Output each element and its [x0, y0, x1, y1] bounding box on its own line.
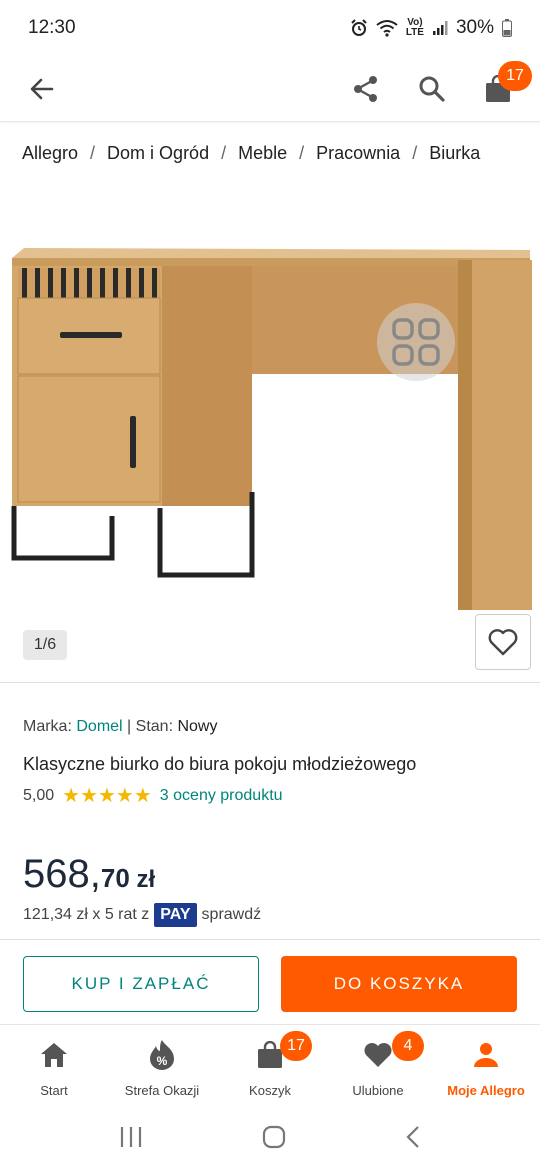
user-icon: [474, 1043, 498, 1067]
breadcrumb-item-biurka[interactable]: Biurka: [429, 143, 480, 164]
search-icon: [419, 76, 445, 102]
signal-icon: [432, 21, 448, 35]
gallery-divider: [0, 682, 540, 683]
heart-icon: [364, 1043, 392, 1067]
brand-link[interactable]: Domel: [76, 718, 122, 735]
system-nav-bar: [0, 1104, 540, 1170]
check-link[interactable]: sprawdź: [202, 906, 262, 924]
breadcrumb-item-dom-i-ogrod[interactable]: Dom i Ogród: [107, 143, 209, 164]
rating-value: 5,00: [23, 787, 55, 804]
breadcrumb-separator: /: [299, 142, 305, 163]
back-button[interactable]: [20, 67, 64, 111]
nav-label-ulubione: Ulubione: [352, 1083, 404, 1098]
network-type: Vo) LTE: [405, 17, 424, 38]
product-meta: Marka: Domel | Stan: Nowy: [23, 718, 217, 736]
price-currency: zł: [129, 866, 156, 893]
status-bar: 12:30 Vo) LTE 30%: [0, 0, 540, 56]
gallery-counter: 1/6: [23, 630, 67, 660]
condition-label: | Stan:: [127, 718, 174, 735]
koszyk-badge: 17: [280, 1031, 312, 1061]
breadcrumb-item-meble[interactable]: Meble: [238, 143, 287, 164]
nav-label-start: Start: [40, 1083, 68, 1098]
share-button[interactable]: [344, 67, 388, 111]
cart-button[interactable]: 17: [476, 60, 532, 111]
search-button[interactable]: [410, 67, 454, 111]
bottom-nav: Start % Strefa Okazji 17 Koszyk 4 Ulubio…: [0, 1024, 540, 1104]
nav-icon-wrap: [363, 1039, 393, 1071]
alarm-icon: [351, 19, 367, 36]
product-image[interactable]: [0, 240, 540, 620]
add-to-favorites-button[interactable]: [475, 614, 531, 670]
product-price: 568,70 zł: [23, 852, 155, 897]
allegro-pay-badge: PAY: [154, 903, 197, 927]
status-icons: Vo) LTE 30%: [350, 17, 512, 39]
home-icon: [41, 1043, 67, 1067]
rating-row: 5,00 ★★★★★ 3 oceny produktu: [23, 784, 283, 808]
status-time: 12:30: [28, 17, 76, 38]
recent-apps-icon[interactable]: [119, 1126, 143, 1148]
cart-count-badge: 17: [498, 60, 532, 91]
ratings-link[interactable]: 3 oceny produktu: [160, 787, 283, 805]
app-bar: 17: [0, 56, 540, 122]
svg-text:%: %: [157, 1054, 168, 1068]
nav-icon-wrap: [473, 1039, 499, 1071]
rating-stars: ★★★★★: [62, 785, 152, 807]
buy-now-button[interactable]: KUP I ZAPŁAĆ: [23, 956, 259, 1012]
nav-item-strefa-okazji[interactable]: % Strefa Okazji: [108, 1025, 216, 1104]
nav-item-ulubione[interactable]: 4 Ulubione: [324, 1025, 432, 1104]
gallery-grid-toggle[interactable]: [377, 303, 455, 381]
breadcrumb: Allegro / Dom i Ogród / Meble / Pracowni…: [22, 138, 480, 168]
battery-percent: 30%: [455, 17, 494, 38]
nav-icon-wrap: [40, 1039, 68, 1071]
price-integer: 568,: [23, 852, 101, 896]
wifi-icon: [376, 20, 398, 37]
nav-item-koszyk[interactable]: 17 Koszyk: [216, 1025, 324, 1104]
back-arrow-icon: [30, 78, 54, 99]
nav-icon-wrap: %: [149, 1039, 175, 1071]
nav-label-strefa-okazji: Strefa Okazji: [124, 1083, 200, 1098]
installments-row[interactable]: 121,34 zł x 5 rat z PAY sprawdź: [23, 902, 261, 928]
breadcrumb-item-allegro[interactable]: Allegro: [22, 143, 78, 164]
share-icon: [354, 75, 377, 102]
add-to-cart-button[interactable]: DO KOSZYKA: [281, 956, 517, 1012]
actions-divider: [0, 939, 540, 940]
nav-item-moje-allegro[interactable]: Moje Allegro: [432, 1025, 540, 1104]
nav-label-koszyk: Koszyk: [249, 1083, 291, 1098]
breadcrumb-separator: /: [90, 142, 96, 163]
breadcrumb-item-pracownia[interactable]: Pracownia: [316, 143, 400, 164]
installments-text: 121,34 zł x 5 rat z: [23, 906, 150, 923]
nav-label-moje-allegro: Moje Allegro: [447, 1083, 525, 1098]
brand-label: Marka:: [23, 718, 72, 735]
product-title: Klasyczne biurko do biura pokoju młodzie…: [23, 754, 417, 774]
heart-outline-icon: [488, 629, 518, 656]
breadcrumb-separator: /: [221, 142, 227, 163]
condition-value: Nowy: [177, 718, 218, 735]
battery-icon: [502, 19, 512, 37]
price-decimal: 70: [100, 863, 130, 893]
ulubione-badge: 4: [392, 1031, 424, 1061]
grid-icon: [392, 318, 440, 366]
breadcrumb-separator: /: [412, 142, 418, 163]
nav-item-start[interactable]: Start: [0, 1025, 108, 1104]
system-back-icon[interactable]: [405, 1125, 421, 1149]
deals-icon: %: [150, 1040, 174, 1070]
home-button-icon[interactable]: [262, 1125, 286, 1149]
